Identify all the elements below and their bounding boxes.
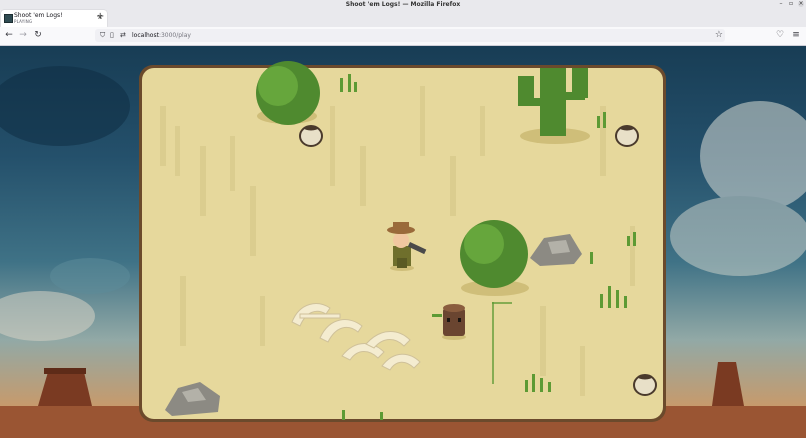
page-content — [0, 46, 806, 438]
grass-line — [492, 302, 494, 384]
star-icon[interactable]: ☆ — [715, 29, 723, 42]
pocket-icon[interactable]: ♡ — [774, 29, 786, 41]
url-bar[interactable]: ⛉ ▯ ⇄ localhost:3000/play ☆ — [95, 29, 725, 42]
forward-arrow-icon[interactable]: → — [17, 29, 29, 41]
game-scene — [0, 61, 806, 438]
back-arrow-icon[interactable]: ← — [3, 29, 15, 41]
tab-title: Shoot 'em Logs! — [14, 12, 63, 19]
mesa-right — [712, 362, 744, 406]
grass-line-top — [492, 302, 512, 304]
url-text[interactable]: localhost:3000/play — [132, 30, 191, 41]
maximize-icon[interactable]: ▫ — [788, 1, 794, 7]
tab-active[interactable]: Shoot 'em Logs! PLAYING × — [1, 10, 107, 27]
bush-top-left — [256, 61, 320, 125]
reload-icon[interactable]: ↻ — [32, 29, 44, 41]
pot-top-right — [615, 125, 639, 147]
shield-icon[interactable]: ⛉ — [100, 30, 105, 41]
favicon-icon — [4, 14, 13, 23]
page-icon[interactable]: ▯ — [110, 30, 114, 41]
url-path: :3000/play — [158, 32, 191, 39]
bush-center — [460, 220, 529, 296]
minimize-icon[interactable]: – — [778, 1, 784, 7]
pot-top-left — [299, 125, 323, 147]
tab-strip — [0, 8, 806, 27]
menu-icon[interactable]: ≡ — [790, 29, 802, 41]
new-tab-button[interactable]: + — [96, 12, 104, 22]
pot-bottom-right — [633, 374, 657, 396]
window-titlebar: Shoot 'em Logs! — Mozilla Firefox – ▫ × — [0, 0, 806, 8]
url-host: localhost — [132, 32, 159, 39]
close-window-icon[interactable]: × — [798, 1, 804, 7]
mesa-left — [38, 368, 92, 406]
navigation-toolbar: ← → ↻ ⛉ ▯ ⇄ localhost:3000/play ☆ ♡ ≡ — [0, 27, 806, 46]
permissions-icon[interactable]: ⇄ — [120, 30, 126, 41]
tab-playing-label: PLAYING — [14, 19, 33, 24]
